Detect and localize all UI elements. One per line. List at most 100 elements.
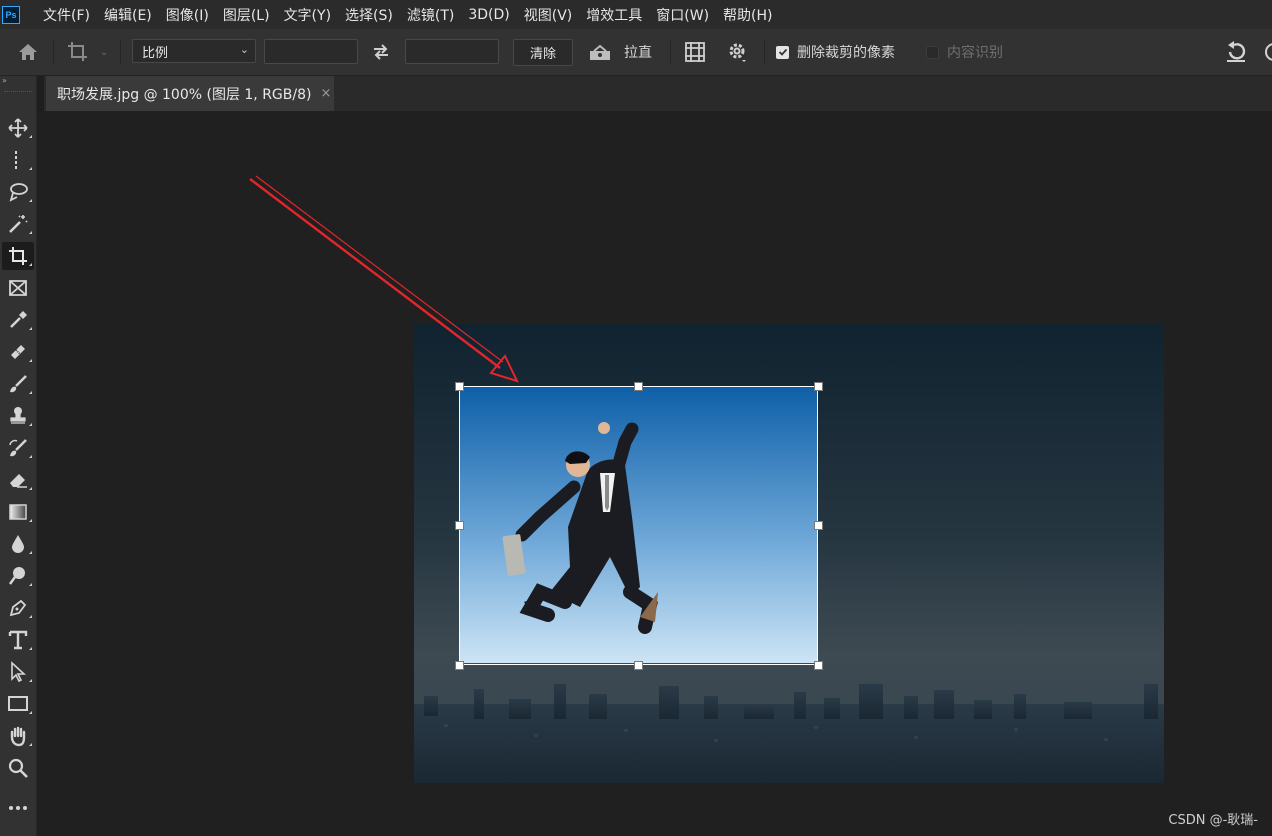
crop-settings-button[interactable] (727, 29, 749, 75)
history-brush-tool[interactable] (2, 434, 34, 462)
pen-tool[interactable] (2, 594, 34, 622)
crop-height-field[interactable] (405, 39, 499, 64)
options-bar: ⌄ 比例 ⌄ 清除 拉直 删除裁剪的像素 内容识别 (0, 29, 1272, 76)
menu-view[interactable]: 视图(V) (517, 5, 580, 25)
menu-type[interactable]: 文字(Y) (277, 5, 338, 25)
crop-handle-bottom[interactable] (634, 661, 643, 670)
delete-cropped-pixels-checkbox[interactable] (776, 45, 789, 59)
reset-crop-button[interactable] (1224, 29, 1248, 75)
crop-icon (68, 42, 87, 61)
menu-layer[interactable]: 图层(L) (216, 5, 277, 25)
jumping-businessman-image (460, 387, 817, 664)
crop-handle-right[interactable] (814, 521, 823, 530)
separator (120, 39, 121, 65)
collapse-panel-icon[interactable]: » (2, 76, 7, 85)
eyedropper-tool[interactable] (2, 306, 34, 334)
clone-stamp-tool[interactable] (2, 402, 34, 430)
frame-tool[interactable] (2, 274, 34, 302)
checkmark-icon (778, 48, 787, 56)
type-tool[interactable] (2, 626, 34, 654)
home-icon (19, 44, 37, 60)
home-button[interactable] (16, 29, 40, 75)
hand-icon (10, 726, 26, 747)
brush-tool[interactable] (2, 370, 34, 398)
type-icon (8, 630, 28, 650)
menu-window[interactable]: 窗口(W) (649, 5, 716, 25)
clear-button[interactable]: 清除 (513, 39, 573, 66)
gradient-icon (9, 504, 27, 520)
content-aware-checkbox[interactable] (926, 45, 939, 59)
cancel-icon (1265, 43, 1272, 61)
lasso-icon (9, 183, 28, 202)
menu-image[interactable]: 图像(I) (159, 5, 216, 25)
content-aware-option[interactable]: 内容识别 (926, 29, 1003, 75)
rectangle-icon (8, 696, 28, 711)
document-tab[interactable]: 职场发展.jpg @ 100% (图层 1, RGB/8) × (46, 76, 334, 111)
stamp-icon (10, 407, 26, 424)
document-tab-bar: 职场发展.jpg @ 100% (图层 1, RGB/8) × (44, 76, 1272, 111)
menu-filter[interactable]: 滤镜(T) (400, 5, 461, 25)
photoshop-logo-icon: Ps (2, 5, 20, 24)
document-tab-title: 职场发展.jpg @ 100% (图层 1, RGB/8) (57, 86, 312, 103)
crop-handle-top-left[interactable] (455, 382, 464, 391)
tools-panel: » (0, 76, 37, 836)
lasso-tool[interactable] (2, 178, 34, 206)
tool-preset-picker[interactable]: ⌄ (66, 29, 108, 75)
overlay-grid-button[interactable] (684, 29, 706, 75)
crop-ratio-select[interactable]: 比例 ⌄ (132, 39, 256, 63)
more-tools[interactable] (2, 794, 34, 822)
watermark-text: CSDN @-耿瑞- (1168, 813, 1258, 828)
move-tool[interactable] (2, 114, 34, 142)
crop-handle-top[interactable] (634, 382, 643, 391)
close-icon[interactable]: × (320, 86, 331, 101)
panel-grip[interactable] (4, 91, 32, 95)
path-selection-tool[interactable] (2, 658, 34, 686)
cancel-crop-button[interactable] (1264, 29, 1272, 75)
straighten-button[interactable]: 拉直 (588, 29, 652, 75)
zoom-tool[interactable] (2, 754, 34, 782)
crop-handle-left[interactable] (455, 521, 464, 530)
straighten-icon (590, 44, 610, 60)
content-aware-label: 内容识别 (947, 45, 1003, 61)
marquee-tool[interactable] (2, 146, 34, 174)
separator (53, 39, 54, 65)
crop-width-field[interactable] (264, 39, 358, 64)
crop-handle-top-right[interactable] (814, 382, 823, 391)
eraser-icon (10, 474, 27, 488)
delete-cropped-pixels-label: 删除裁剪的像素 (797, 45, 895, 61)
magic-wand-tool[interactable] (2, 210, 34, 238)
crop-selection-box[interactable] (459, 386, 818, 665)
chevron-down-icon: ⌄ (100, 46, 109, 58)
separator (764, 39, 765, 65)
eraser-tool[interactable] (2, 466, 34, 494)
menu-select[interactable]: 选择(S) (338, 5, 400, 25)
gear-icon (729, 43, 746, 62)
menu-plugins[interactable]: 增效工具 (579, 5, 649, 25)
arrow-cursor-icon (11, 661, 27, 683)
blur-tool[interactable] (2, 530, 34, 558)
hand-tool[interactable] (2, 722, 34, 750)
grid-icon (685, 42, 705, 62)
menu-help[interactable]: 帮助(H) (716, 5, 779, 25)
crop-handle-bottom-left[interactable] (455, 661, 464, 670)
magic-wand-icon (9, 215, 28, 233)
more-icon (9, 806, 27, 810)
delete-cropped-pixels-option[interactable]: 删除裁剪的像素 (776, 29, 895, 75)
swap-dimensions-button[interactable] (371, 29, 391, 75)
crop-tool[interactable] (2, 242, 34, 270)
gradient-tool[interactable] (2, 498, 34, 526)
swap-icon (374, 44, 388, 60)
dodge-tool[interactable] (2, 562, 34, 590)
menu-file[interactable]: 文件(F) (36, 5, 97, 25)
eyedropper-icon (10, 311, 27, 328)
brush-icon (10, 375, 27, 393)
crop-icon (9, 247, 27, 265)
menu-edit[interactable]: 编辑(E) (97, 5, 159, 25)
crop-handle-bottom-right[interactable] (814, 661, 823, 670)
separator (670, 39, 671, 65)
straighten-label: 拉直 (624, 45, 652, 61)
magnifier-icon (8, 758, 28, 778)
healing-brush-tool[interactable] (2, 338, 34, 366)
rectangle-tool[interactable] (2, 690, 34, 718)
menu-3d[interactable]: 3D(D) (461, 7, 516, 23)
